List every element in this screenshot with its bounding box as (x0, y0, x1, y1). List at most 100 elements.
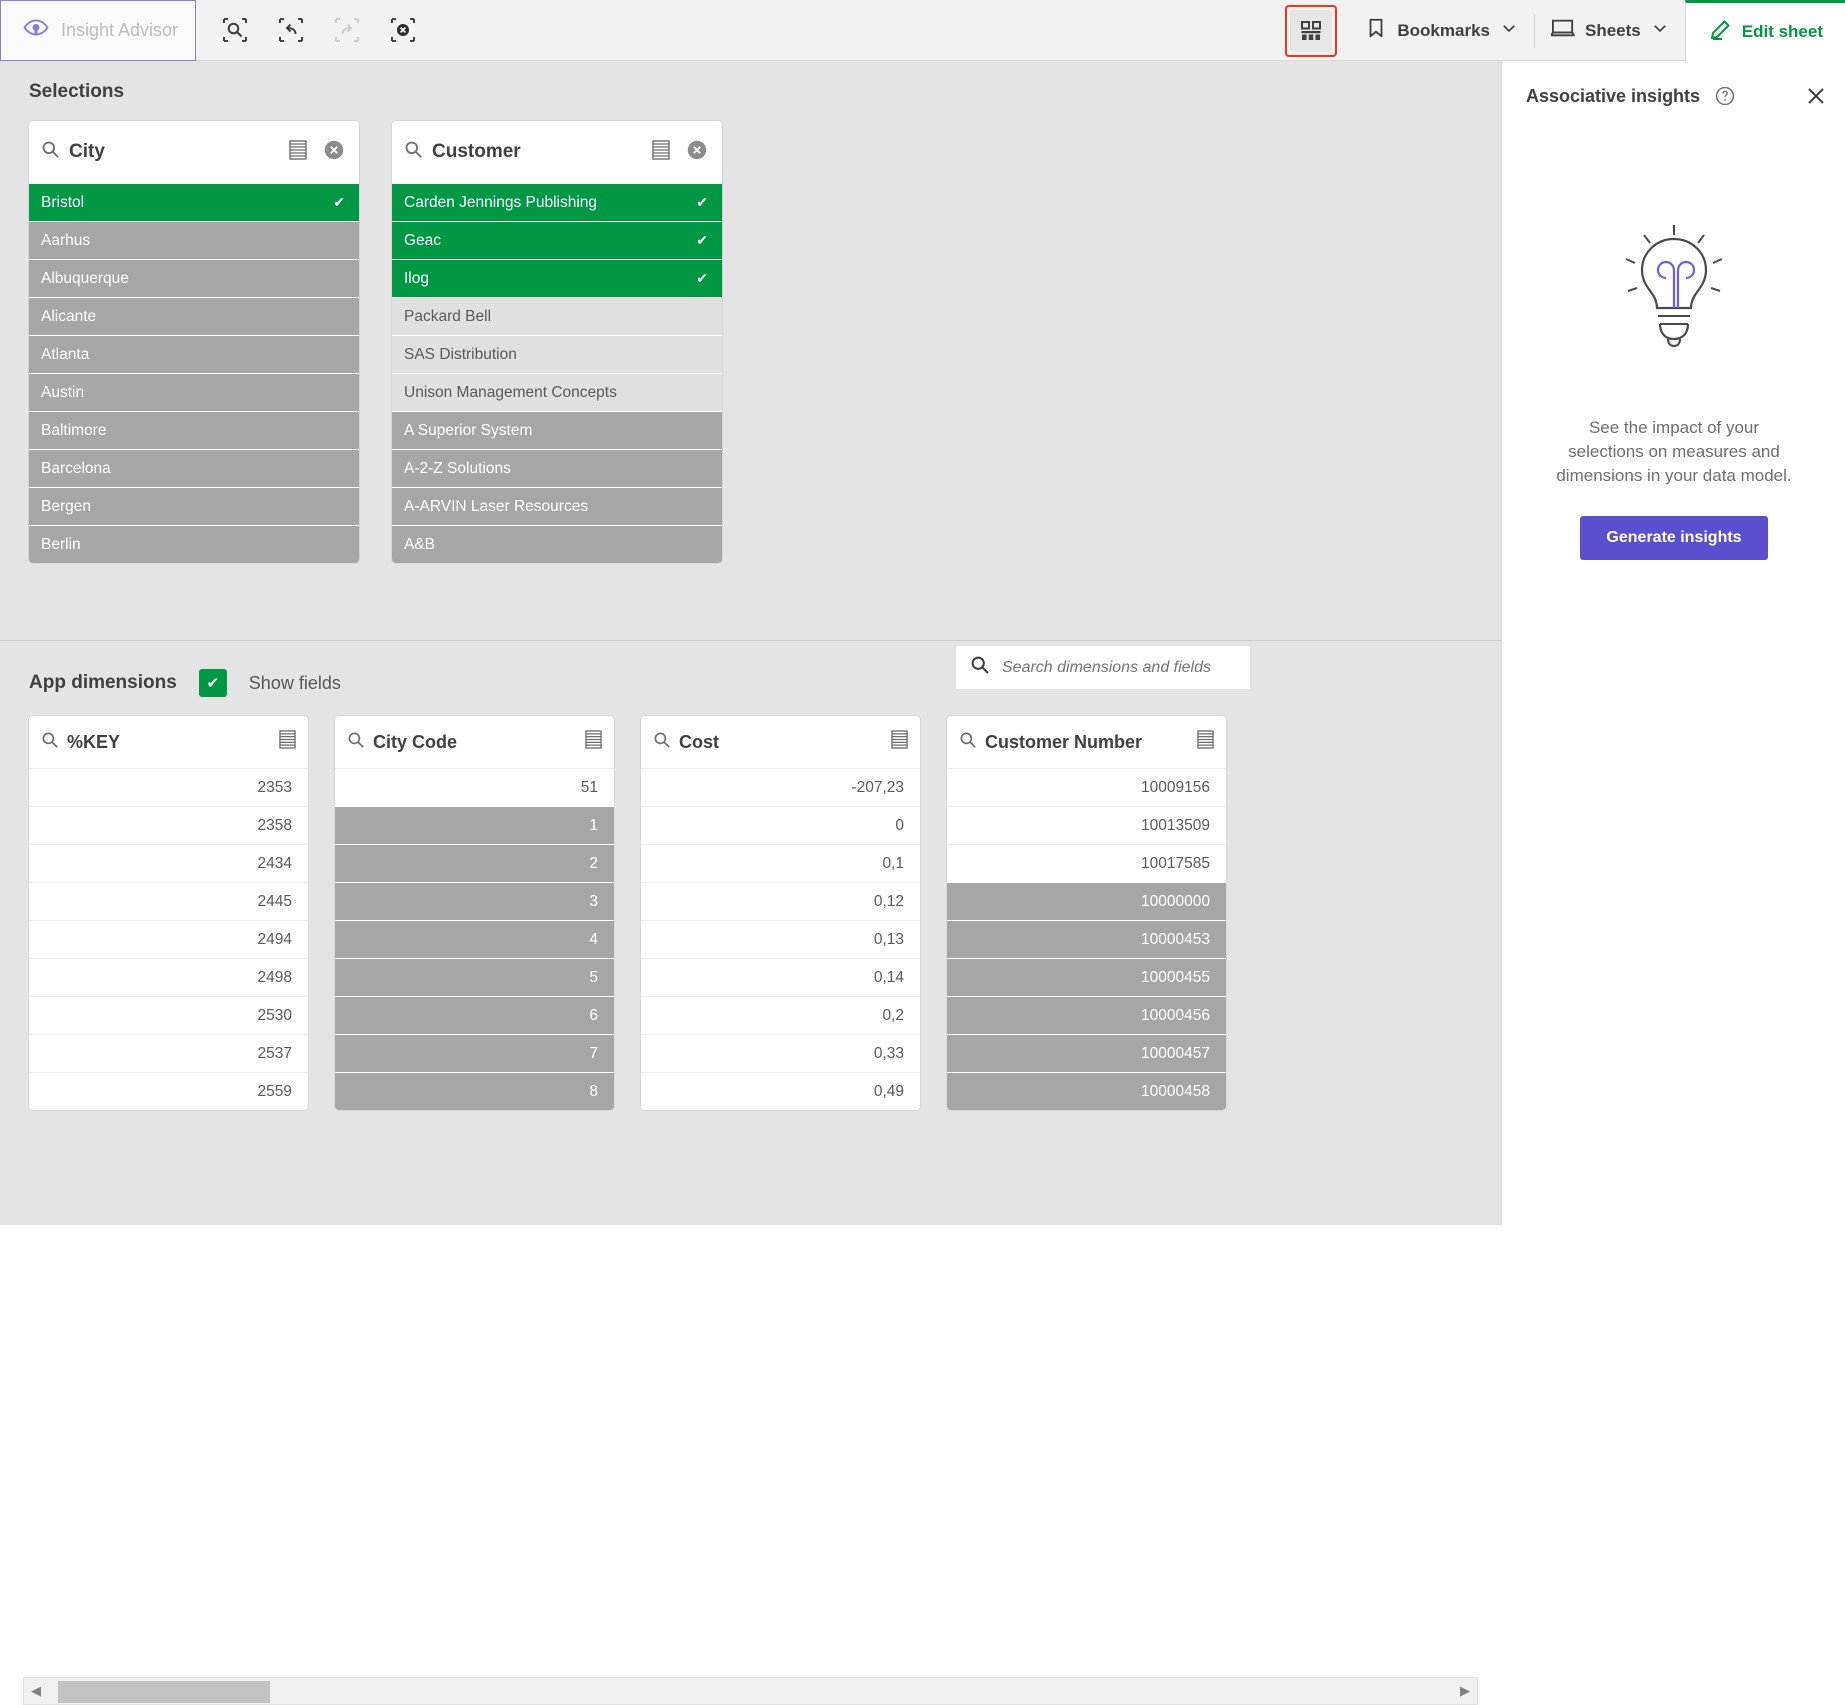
list-view-icon[interactable] (1197, 730, 1214, 754)
list-view-icon[interactable] (289, 139, 307, 165)
edit-sheet-button[interactable]: Edit sheet (1684, 0, 1845, 61)
listbox-row[interactable]: Packard Bell (392, 297, 722, 335)
listbox-row[interactable]: A Superior System (392, 411, 722, 449)
search-icon[interactable] (41, 140, 60, 164)
clear-selection-icon[interactable] (323, 139, 345, 166)
scrollbar-track[interactable] (48, 1678, 1453, 1704)
dimension-row[interactable]: 10000453 (947, 920, 1226, 958)
insight-advisor-label: Insight Advisor (61, 20, 179, 40)
listbox-row-label: Bristol (41, 193, 85, 211)
dimension-row[interactable]: 0 (641, 806, 920, 844)
search-icon[interactable] (653, 731, 671, 754)
listbox-row[interactable]: Bergen (29, 487, 359, 525)
dimension-row[interactable]: 8 (335, 1072, 614, 1110)
listbox-row[interactable]: A&B (392, 525, 722, 563)
dimension-row[interactable]: 2353 (29, 768, 308, 806)
listbox-row[interactable]: A-2-Z Solutions (392, 449, 722, 487)
dimension-row[interactable]: 0,49 (641, 1072, 920, 1110)
listbox-row[interactable]: Ilog ✔ (392, 259, 722, 297)
dimension-row[interactable]: 2494 (29, 920, 308, 958)
dimension-row[interactable]: -207,23 (641, 768, 920, 806)
dimension-row[interactable]: 2537 (29, 1034, 308, 1072)
dimension-row[interactable]: 5 (335, 958, 614, 996)
dimension-row-value: 10000455 (1141, 968, 1210, 986)
listbox-row[interactable]: Unison Management Concepts (392, 373, 722, 411)
dimension-row[interactable]: 10009156 (947, 768, 1226, 806)
search-icon[interactable] (959, 731, 977, 754)
dimension-row[interactable]: 2445 (29, 882, 308, 920)
listbox-row[interactable]: Austin (29, 373, 359, 411)
listbox-row[interactable]: Aarhus (29, 221, 359, 259)
search-icon[interactable] (404, 140, 423, 164)
search-icon[interactable] (347, 731, 365, 754)
dimension-row[interactable]: 2 (335, 844, 614, 882)
dimension-row[interactable]: 10013509 (947, 806, 1226, 844)
dimension-row[interactable]: 51 (335, 768, 614, 806)
dimension-row[interactable]: 1 (335, 806, 614, 844)
dimension-box: %KEY 2353 2358 2434 2445 2494 2498 2530 2537 2559 (29, 716, 308, 1110)
listbox-row-label: Atlanta (41, 345, 90, 363)
dimension-row[interactable]: 0,33 (641, 1034, 920, 1072)
dimension-row[interactable]: 0,2 (641, 996, 920, 1034)
sheets-menu[interactable]: Sheets (1535, 0, 1685, 61)
listbox-row[interactable]: Bristol ✔ (29, 183, 359, 221)
list-view-icon[interactable] (585, 730, 602, 754)
dimension-box: Customer Number 10009156 10013509 10017585 1… (947, 716, 1226, 1110)
dimension-row[interactable]: 10000458 (947, 1072, 1226, 1110)
clear-selection-icon[interactable] (686, 139, 708, 166)
dimension-title: Cost (679, 731, 719, 752)
selection-search-icon[interactable] (218, 13, 252, 47)
listbox-row[interactable]: Geac ✔ (392, 221, 722, 259)
listbox-row[interactable]: Albuquerque (29, 259, 359, 297)
listbox-row[interactable]: Baltimore (29, 411, 359, 449)
dimensions-search[interactable] (955, 645, 1251, 690)
clear-selections-icon[interactable] (386, 13, 420, 47)
show-fields-checkbox[interactable]: ✔ (198, 669, 227, 697)
dimension-row[interactable]: 2434 (29, 844, 308, 882)
listbox-row[interactable]: Carden Jennings Publishing ✔ (392, 183, 722, 221)
help-circle-icon[interactable] (1714, 85, 1736, 107)
step-back-icon[interactable] (274, 13, 308, 47)
scroll-left-arrow[interactable]: ◀ (24, 1683, 48, 1699)
dimension-row[interactable]: 0,1 (641, 844, 920, 882)
dimension-row[interactable]: 0,13 (641, 920, 920, 958)
search-input[interactable] (1002, 658, 1236, 677)
list-view-icon[interactable] (891, 730, 908, 754)
dimension-row[interactable]: 10000457 (947, 1034, 1226, 1072)
dimension-row[interactable]: 10000455 (947, 958, 1226, 996)
dimension-row[interactable]: 2530 (29, 996, 308, 1034)
dimension-row[interactable]: 10000456 (947, 996, 1226, 1034)
close-icon[interactable] (1804, 84, 1828, 108)
list-view-icon[interactable] (652, 139, 670, 165)
dimension-row[interactable]: 2358 (29, 806, 308, 844)
dimension-row[interactable]: 6 (335, 996, 614, 1034)
generate-insights-button[interactable]: Generate insights (1580, 516, 1768, 561)
chevron-down-icon (1500, 19, 1518, 42)
listbox-row[interactable]: Alicante (29, 297, 359, 335)
dimension-row[interactable]: 10017585 (947, 844, 1226, 882)
dimension-row[interactable]: 2559 (29, 1072, 308, 1110)
dimension-row[interactable]: 2498 (29, 958, 308, 996)
dimension-row[interactable]: 7 (335, 1034, 614, 1072)
listbox-customer-rows: Carden Jennings Publishing ✔ Geac ✔ Ilog ✔ Pac… (392, 183, 722, 563)
listbox-row-label: Ilog (404, 269, 429, 287)
dimension-row[interactable]: 10000000 (947, 882, 1226, 920)
selections-tool-button[interactable] (1285, 4, 1338, 57)
listbox-row[interactable]: Berlin (29, 525, 359, 563)
search-icon[interactable] (41, 731, 59, 754)
scroll-right-arrow[interactable]: ▶ (1453, 1683, 1477, 1699)
listbox-row[interactable]: SAS Distribution (392, 335, 722, 373)
insight-advisor-button[interactable]: Insight Advisor (0, 0, 196, 61)
list-view-icon[interactable] (279, 730, 296, 754)
dimension-row-value: 10000453 (1141, 930, 1210, 948)
listbox-row[interactable]: A-ARVIN Laser Resources (392, 487, 722, 525)
horizontal-scrollbar[interactable]: ◀ ▶ (23, 1677, 1478, 1705)
dimension-row[interactable]: 0,14 (641, 958, 920, 996)
listbox-row[interactable]: Atlanta (29, 335, 359, 373)
bookmarks-menu[interactable]: Bookmarks (1349, 0, 1534, 61)
dimension-row[interactable]: 4 (335, 920, 614, 958)
dimension-row[interactable]: 0,12 (641, 882, 920, 920)
listbox-row[interactable]: Barcelona (29, 449, 359, 487)
dimension-row[interactable]: 3 (335, 882, 614, 920)
scrollbar-thumb[interactable] (58, 1681, 270, 1703)
